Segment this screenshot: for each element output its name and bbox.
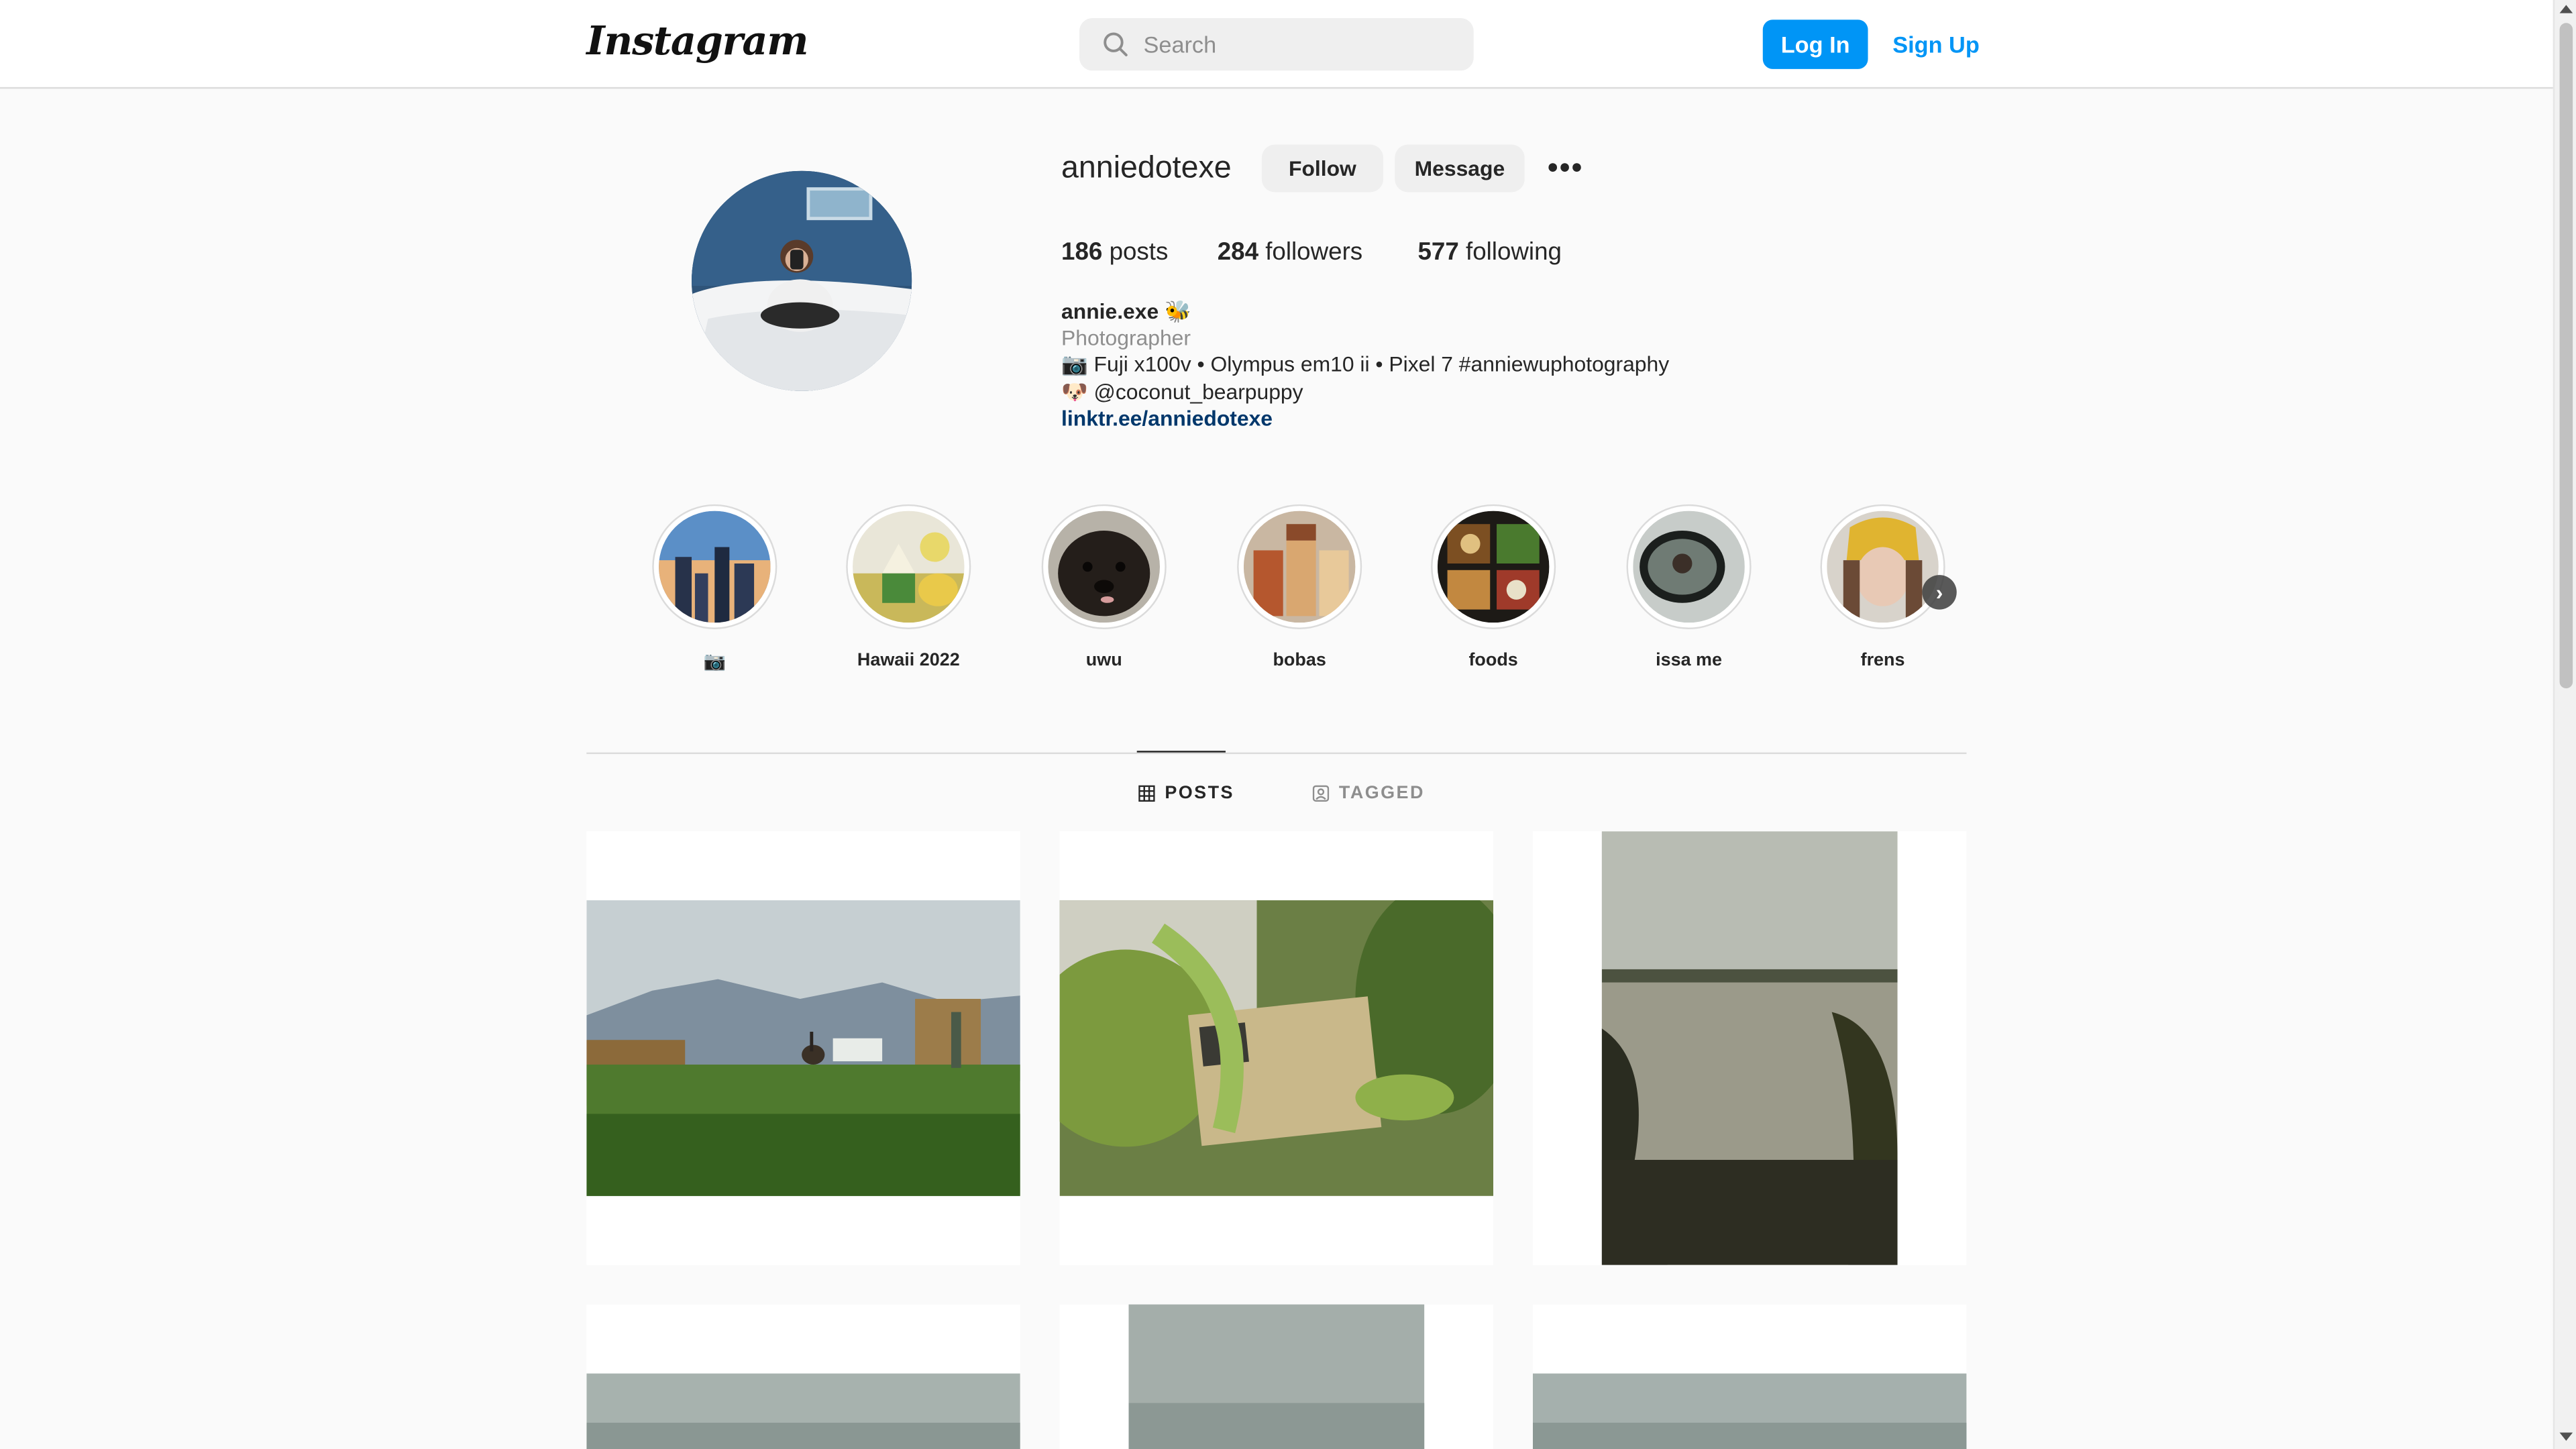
followers-count-label: followers (1265, 238, 1363, 266)
followers-count-value: 284 (1217, 238, 1259, 266)
highlight-cover-mirror (1633, 511, 1745, 623)
post-image-goose-field (586, 900, 1020, 1196)
message-button[interactable]: Message (1395, 144, 1525, 193)
highlight-cover[interactable] (652, 504, 777, 629)
avatar-image (692, 170, 912, 391)
more-options-icon[interactable]: ••• (1548, 151, 1587, 184)
highlight-label: Hawaii 2022 (857, 650, 960, 671)
highlight-cover[interactable] (1041, 504, 1167, 629)
scroll-down-arrow-icon[interactable] (2559, 1432, 2573, 1441)
highlight-cover-food (1437, 511, 1550, 623)
posts-count: 186 posts (1061, 238, 1168, 266)
signup-link[interactable]: Sign Up (1892, 19, 1980, 68)
tab-posts-label: POSTS (1165, 784, 1234, 804)
following-count-value: 577 (1417, 238, 1459, 266)
post-tile[interactable] (586, 831, 1020, 1265)
post-image-cloudy-hills (586, 1373, 1020, 1449)
highlight-cover-dog (1048, 511, 1160, 623)
bio-line-dog: 🐶 @coconut_bearpuppy (1061, 379, 1303, 405)
highlight-item[interactable]: foods (1430, 504, 1558, 670)
tab-posts[interactable]: POSTS (1138, 782, 1234, 805)
highlight-cover[interactable] (1431, 504, 1556, 629)
tab-tagged[interactable]: TAGGED (1312, 782, 1425, 805)
highlight-label: foods (1468, 650, 1518, 671)
following-count[interactable]: 577 following (1417, 238, 1561, 266)
post-image-wildlife-sign (1059, 900, 1494, 1196)
post-image-lake (1601, 831, 1898, 1265)
tabs-divider (586, 752, 1967, 755)
posts-count-value: 186 (1061, 238, 1103, 266)
tab-tagged-label: TAGGED (1338, 784, 1425, 804)
highlight-item[interactable]: uwu (1040, 504, 1168, 670)
profile-username: anniedotexe (1061, 151, 1232, 186)
post-image-cloudy-sky (1128, 1304, 1425, 1449)
highlight-label: uwu (1085, 650, 1122, 671)
highlight-cover[interactable] (846, 504, 971, 629)
post-image-cloudy-mountains (1532, 1373, 1967, 1449)
top-nav-bar: Instagram Search Log In Sign Up (0, 0, 2553, 89)
scroll-up-arrow-icon[interactable] (2559, 5, 2573, 13)
instagram-logo[interactable]: Instagram (586, 16, 808, 64)
post-tile[interactable] (1532, 1304, 1967, 1449)
highlight-cover-hawaii (853, 511, 965, 623)
grid-icon (1138, 785, 1155, 802)
highlight-cover-friends (1827, 511, 1939, 623)
post-tile[interactable] (1532, 831, 1967, 1265)
bio-line-cameras: 📷 Fuji x100v • Olympus em10 ii • Pixel 7… (1061, 352, 1670, 376)
posts-count-label: posts (1109, 238, 1169, 266)
follow-button[interactable]: Follow (1261, 144, 1384, 193)
search-icon (1104, 32, 1128, 57)
highlight-cover[interactable] (1820, 504, 1945, 629)
highlight-label: frens (1860, 650, 1905, 671)
tagged-user-icon (1312, 785, 1330, 802)
post-tile[interactable] (1059, 831, 1494, 1265)
post-tile[interactable] (1059, 1304, 1494, 1449)
search-input[interactable]: Search (1144, 32, 1217, 58)
bio-link[interactable]: linktr.ee/anniedotexe (1061, 406, 1273, 432)
highlights-next-arrow-icon[interactable]: › (1922, 575, 1957, 610)
highlight-cover-boba (1243, 511, 1356, 623)
following-count-label: following (1466, 238, 1562, 266)
profile-avatar[interactable] (692, 170, 912, 391)
scrollbar-thumb[interactable] (2559, 23, 2573, 689)
highlight-label: bobas (1273, 650, 1326, 671)
highlight-item[interactable]: issa me (1625, 504, 1753, 670)
search-box[interactable]: Search (1079, 17, 1474, 71)
highlight-item[interactable]: bobas (1236, 504, 1364, 670)
bio-category: Photographer (1061, 325, 1191, 350)
highlight-cover-city (659, 511, 771, 623)
followers-count[interactable]: 284 followers (1218, 238, 1362, 266)
highlight-item[interactable]: Hawaii 2022 (845, 504, 973, 670)
post-tile[interactable] (586, 1304, 1020, 1449)
page: Instagram Search Log In Sign Up anniedot… (0, 0, 2576, 1449)
highlight-label: 📷 (703, 652, 727, 672)
page-scrollbar[interactable] (2553, 0, 2576, 1449)
highlight-item[interactable]: 📷 (651, 504, 779, 672)
bio-display-name: annie.exe 🐝 (1061, 299, 1191, 324)
highlight-cover[interactable] (1237, 504, 1362, 629)
active-tab-indicator (1136, 751, 1226, 753)
login-button[interactable]: Log In (1762, 19, 1868, 69)
highlight-cover[interactable] (1626, 504, 1752, 629)
highlight-label: issa me (1656, 650, 1723, 671)
